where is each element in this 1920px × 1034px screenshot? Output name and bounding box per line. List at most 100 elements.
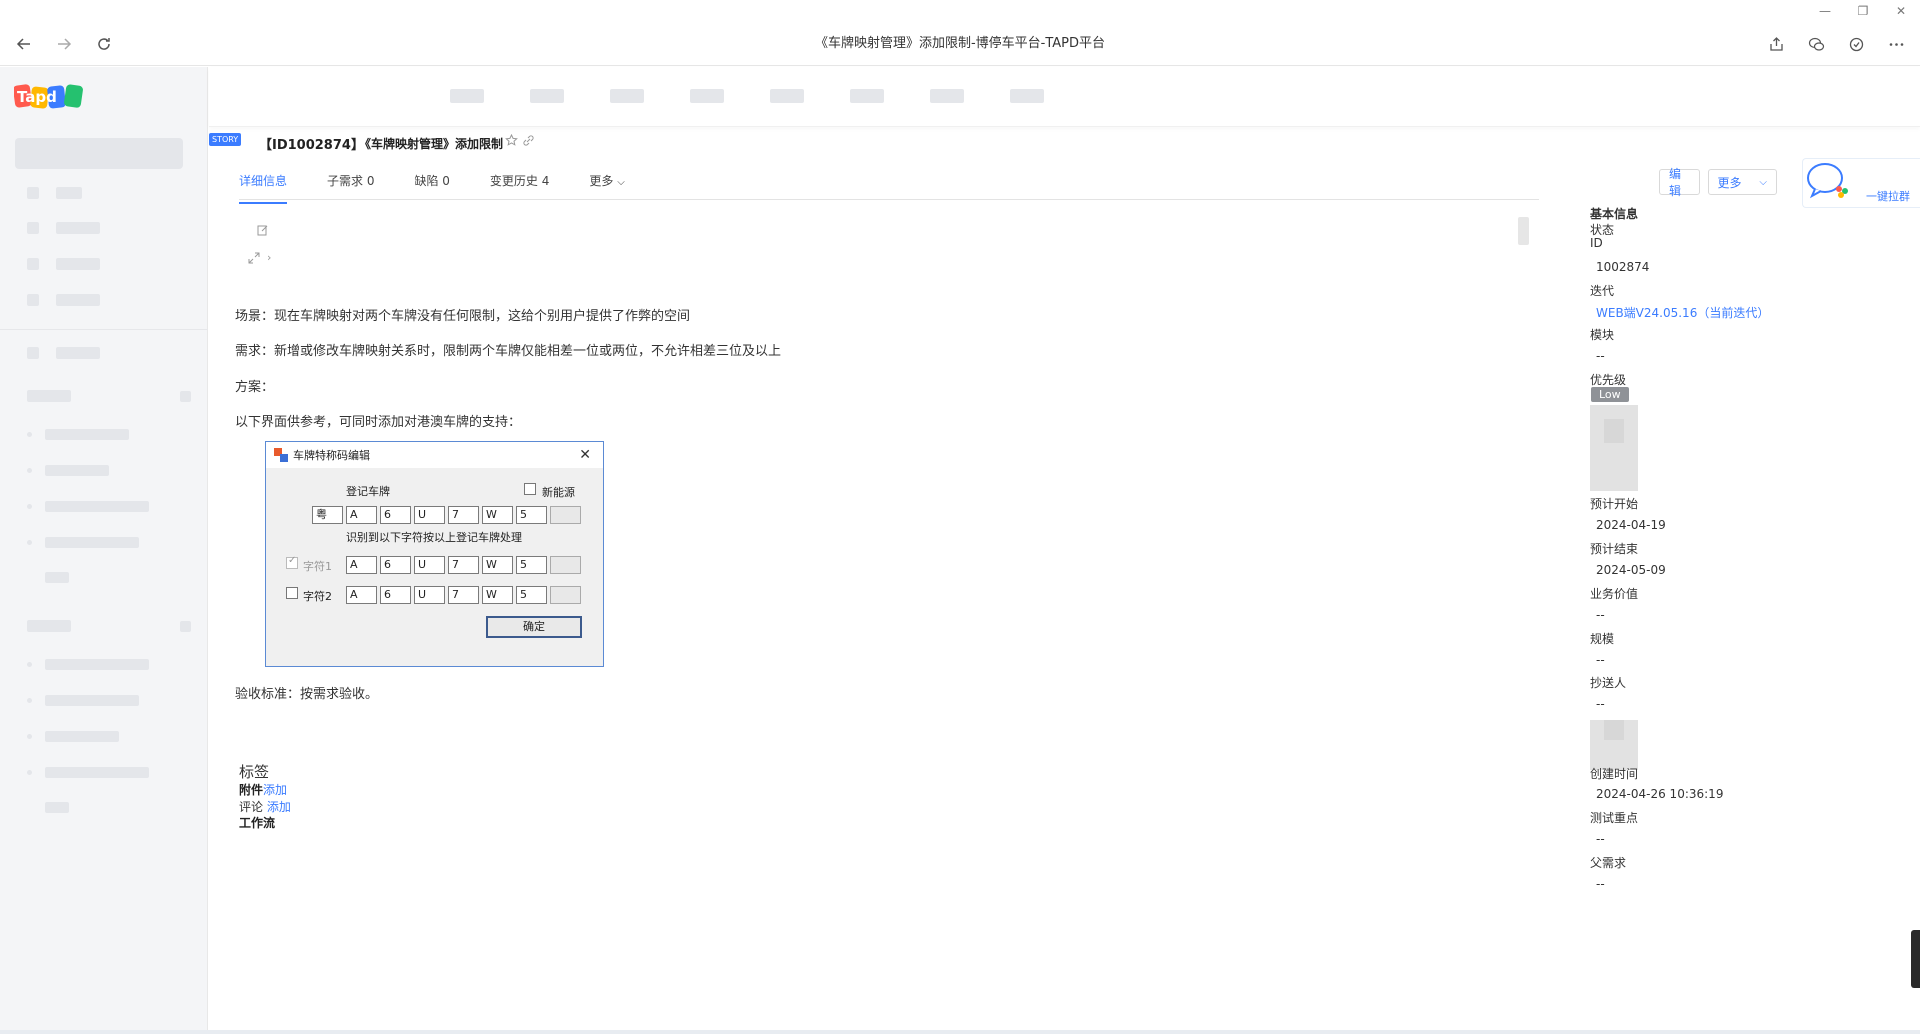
id-label: ID <box>1590 236 1603 250</box>
tab-bugs[interactable]: 缺陷 0 <box>414 167 449 199</box>
share-icon <box>1769 36 1783 51</box>
add-comment-link[interactable]: 添加 <box>267 800 291 814</box>
wechat-group-label: 一键拉群 <box>1866 190 1910 203</box>
sidebar-skeleton-icon <box>27 258 39 270</box>
close-icon: ✕ <box>579 447 591 463</box>
bottom-border <box>0 1030 1920 1034</box>
parent-value[interactable]: -- <box>1596 877 1605 891</box>
content-scrollbar[interactable] <box>1518 217 1529 245</box>
restore-button[interactable]: ❐ <box>1844 0 1882 22</box>
char2-cell: 7 <box>448 586 479 604</box>
chat-bubble-icon <box>1807 163 1848 199</box>
wechat-group-button[interactable]: 一键拉群 <box>1802 158 1920 208</box>
plate-cell: 7 <box>448 506 479 524</box>
end-value[interactable]: 2024-05-09 <box>1596 563 1666 577</box>
edit-icon[interactable] <box>257 224 269 236</box>
plate-cell: U <box>414 506 445 524</box>
char1-cell: 7 <box>448 556 479 574</box>
forward-button[interactable] <box>50 30 78 58</box>
sidebar-skeleton-item <box>56 347 100 359</box>
start-value[interactable]: 2024-04-19 <box>1596 518 1666 532</box>
module-value[interactable]: -- <box>1596 349 1605 363</box>
priority-badge[interactable]: Low <box>1591 387 1629 402</box>
topnav-skeleton-item <box>530 89 564 103</box>
chevron-right-icon[interactable]: › <box>267 251 271 264</box>
close-window-button[interactable]: ✕ <box>1882 0 1920 22</box>
back-button[interactable] <box>10 30 38 58</box>
fullscreen-icon[interactable] <box>247 251 261 265</box>
tapd-logo[interactable]: Tapd <box>13 81 86 117</box>
cc-value[interactable]: -- <box>1596 697 1605 711</box>
sidebar-skeleton-dot <box>27 468 32 473</box>
plate-cell: 6 <box>380 506 411 524</box>
share-button[interactable] <box>1762 30 1790 58</box>
start-label: 预计开始 <box>1590 497 1639 511</box>
browser-toolbar: 《车牌映射管理》添加限制-博停车平台-TAPD平台 <box>0 22 1920 66</box>
attachments-label: 附件 <box>239 783 264 797</box>
sidebar-divider <box>0 329 208 330</box>
iteration-label: 迭代 <box>1590 284 1615 298</box>
tab-sub-stories[interactable]: 子需求 0 <box>327 167 374 199</box>
wechat-share-button[interactable] <box>1802 30 1830 58</box>
refresh-icon <box>98 38 110 50</box>
chevron-down-icon: ⌵ <box>617 177 625 188</box>
reload-button[interactable] <box>90 30 118 58</box>
edit-button[interactable]: 编辑 <box>1659 167 1700 198</box>
content-paragraph: 验收标准：按需求验收。 <box>235 687 379 702</box>
sidebar-skeleton-item <box>56 222 100 234</box>
char1-label: 字符1 <box>303 560 332 573</box>
content-paragraph: 需求：新增或修改车牌映射关系时，限制两个车牌仅能相差一位或两位，不允许相差三位及… <box>235 344 782 359</box>
register-plate-label: 登记车牌 <box>346 485 390 498</box>
plate-cell: A <box>346 506 377 524</box>
tab-details[interactable]: 详细信息 <box>239 167 288 204</box>
shield-icon <box>1849 37 1863 51</box>
new-energy-label: 新能源 <box>542 486 575 499</box>
sidebar-skeleton-dot <box>27 540 32 545</box>
topnav-skeleton-item <box>610 89 644 103</box>
minimize-button[interactable]: — <box>1806 0 1844 22</box>
arrow-right-icon <box>58 38 72 50</box>
story-detail: STORY 【ID1002874】 《车牌映射管理》添加限制 详细信息 子需求 … <box>209 127 1778 1034</box>
page-scrollbar[interactable] <box>1911 930 1920 988</box>
tab-history[interactable]: 变更历史 4 <box>490 167 549 199</box>
blurred-avatar-part <box>1604 720 1624 740</box>
add-attachment-link[interactable]: 添加 <box>263 783 287 797</box>
plate-cell: 5 <box>516 506 547 524</box>
sidebar-skeleton-item <box>56 294 100 306</box>
sidebar-skeleton-dot <box>27 504 32 509</box>
comments-row: 评论 添加 <box>239 798 291 815</box>
tapd-logo-icon: Tapd <box>13 84 83 109</box>
sidebar-skeleton-icon <box>27 222 39 234</box>
test-focus-value[interactable]: -- <box>1596 832 1605 846</box>
biz-value[interactable]: -- <box>1596 608 1605 622</box>
iteration-value[interactable]: WEB端V24.05.16（当前迭代） <box>1596 304 1769 321</box>
recognition-hint: 识别到以下字符按以上登记车牌处理 <box>346 531 522 544</box>
menu-button[interactable] <box>1882 30 1910 58</box>
biz-value-label: 业务价值 <box>1590 587 1639 601</box>
link-icon[interactable] <box>522 134 535 147</box>
sidebar-skeleton-item <box>45 537 139 548</box>
topnav-skeleton-item <box>450 89 484 103</box>
sidebar-skeleton-item <box>56 258 100 270</box>
char2-checkbox <box>286 587 298 599</box>
topnav-skeleton-item <box>930 89 964 103</box>
extension-button[interactable] <box>1842 30 1870 58</box>
star-icon[interactable] <box>505 134 518 147</box>
sidebar-skeleton-dot <box>27 698 32 703</box>
char1-cell: 5 <box>516 556 547 574</box>
more-button-label: 更多 <box>1717 175 1742 190</box>
priority-label: 优先级 <box>1590 373 1627 387</box>
dialog-ok-button: 确定 <box>486 616 582 638</box>
story-title: 《车牌映射管理》添加限制 <box>359 137 504 151</box>
char1-cell: 6 <box>380 556 411 574</box>
comments-label: 评论 <box>239 800 264 814</box>
sidebar: Tapd <box>0 67 208 1034</box>
parent-label: 父需求 <box>1590 856 1627 870</box>
topnav-skeleton-item <box>1010 89 1044 103</box>
more-button[interactable]: 更多 ⌵ <box>1707 169 1778 195</box>
scale-value[interactable]: -- <box>1596 653 1605 667</box>
sidebar-skeleton-item <box>45 659 149 670</box>
tab-more[interactable]: 更多 ⌵ <box>589 167 624 199</box>
sidebar-skeleton-item <box>45 802 69 813</box>
created-value: 2024-04-26 10:36:19 <box>1596 787 1724 801</box>
